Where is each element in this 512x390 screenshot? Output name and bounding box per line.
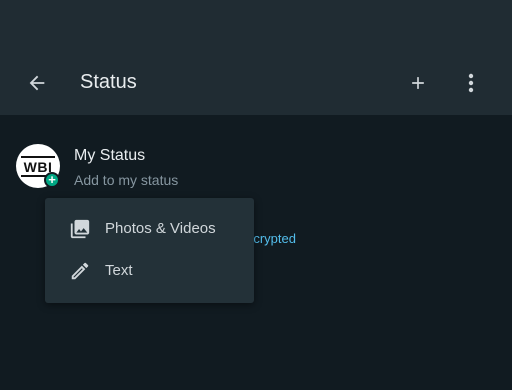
attach-dropdown-menu: Photos & Videos Text: [45, 198, 254, 303]
menu-item-photos-videos[interactable]: Photos & Videos: [45, 208, 254, 250]
page-title: Status: [80, 71, 137, 93]
add-status-button[interactable]: [403, 68, 433, 98]
my-status-name: My Status: [74, 147, 146, 164]
back-button[interactable]: [22, 68, 52, 98]
menu-item-text[interactable]: Text: [45, 250, 254, 292]
my-status-subtitle: Add to my status: [74, 172, 179, 188]
photo-library-icon: [70, 219, 90, 239]
plus-icon: [412, 77, 424, 89]
pencil-icon: [71, 262, 89, 280]
header-bar: Status: [0, 0, 512, 115]
kebab-menu-icon: [468, 73, 474, 93]
menu-item-label: Text: [105, 262, 133, 279]
arrow-left-icon: [29, 75, 45, 91]
add-status-badge[interactable]: +: [44, 172, 60, 188]
menu-item-label: Photos & Videos: [105, 220, 216, 237]
my-status-row[interactable]: WBI + My Status Add to my status: [16, 144, 512, 192]
menu-button[interactable]: [457, 68, 485, 98]
